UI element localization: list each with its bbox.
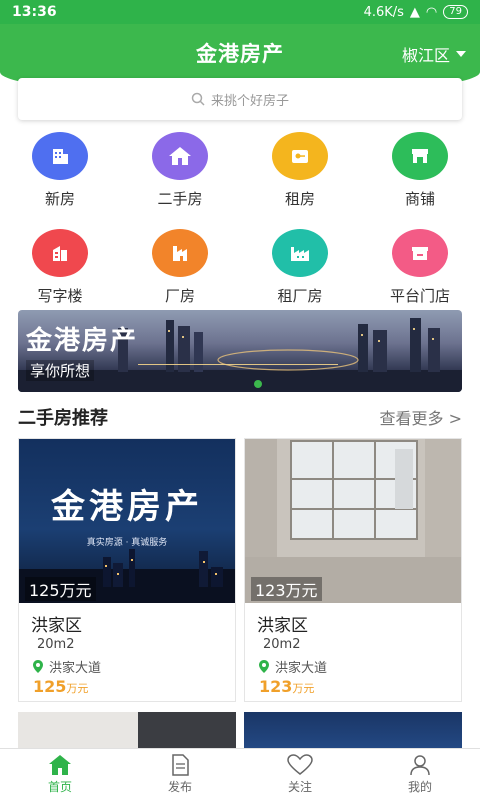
listing-price-value: 123 xyxy=(259,677,293,696)
listing-price: 123万元 xyxy=(259,677,314,696)
listing-image: 金港房产 真实房源 · 真诚服务 125万元 xyxy=(19,439,235,603)
category-label: 租厂房 xyxy=(277,287,323,305)
office-icon xyxy=(32,229,88,277)
listing-image-partial xyxy=(138,712,236,752)
listing-price: 125万元 xyxy=(33,677,88,696)
listing-location: 洪家大道 xyxy=(33,657,101,676)
category-new-house[interactable]: 新房 xyxy=(0,132,120,209)
listing-price-unit: 万元 xyxy=(66,682,89,695)
listing-area: 20m2 xyxy=(263,637,301,652)
listing-road: 洪家大道 xyxy=(275,661,328,676)
search-bar[interactable]: 来挑个好房子 xyxy=(18,78,462,120)
bottom-tab-bar: 首页 发布 关注 我的 xyxy=(0,748,480,800)
section-title: 二手房推荐 xyxy=(18,408,108,429)
category-label: 二手房 xyxy=(157,190,203,208)
carousel-indicator xyxy=(254,380,262,388)
signal-icon: ▲ xyxy=(409,4,420,20)
listing-location: 洪家大道 xyxy=(259,657,327,676)
category-label: 厂房 xyxy=(164,287,195,305)
category-label: 新房 xyxy=(44,190,75,208)
category-label: 租房 xyxy=(284,190,315,208)
category-label: 商铺 xyxy=(404,190,435,208)
tab-mine[interactable]: 我的 xyxy=(360,749,480,800)
category-factory[interactable]: 厂房 xyxy=(120,229,240,306)
house-icon xyxy=(152,132,208,180)
status-time: 13:36 xyxy=(12,4,57,20)
category-platform-store[interactable]: 平台门店 xyxy=(360,229,480,306)
banner-title: 金港房产 xyxy=(26,326,139,356)
search-placeholder: 来挑个好房子 xyxy=(210,93,289,109)
document-icon xyxy=(172,754,189,776)
listing-card[interactable]: 金港房产 真实房源 · 真诚服务 125万元 洪家区 20m2 洪家大道 125… xyxy=(18,438,236,702)
listing-price-unit: 万元 xyxy=(292,682,315,695)
price-tag: 125万元 xyxy=(25,577,96,601)
city-selector[interactable]: 椒江区 xyxy=(402,42,466,66)
caret-down-icon xyxy=(456,51,466,57)
listing-card-partial[interactable] xyxy=(18,712,236,752)
tab-label: 首页 xyxy=(47,780,72,794)
tab-label: 发布 xyxy=(167,780,192,794)
tab-follow[interactable]: 关注 xyxy=(240,749,360,800)
wifi-icon: ◠ xyxy=(425,4,438,20)
listing-road: 洪家大道 xyxy=(49,661,102,676)
category-factory-rent[interactable]: 租厂房 xyxy=(240,229,360,306)
factory-rent-icon xyxy=(272,229,328,277)
listing-price-value: 125 xyxy=(33,677,67,696)
key-icon xyxy=(272,132,328,180)
see-more-link[interactable]: 查看更多 > xyxy=(380,405,463,429)
category-grid: 新房 二手房 租房 商铺 写字楼 厂房 租厂房 平台门店 xyxy=(0,132,480,306)
listing-card[interactable]: 123万元 洪家区 20m2 洪家大道 123万元 xyxy=(244,438,462,702)
listing-card-partial[interactable] xyxy=(244,712,462,752)
category-rent[interactable]: 租房 xyxy=(240,132,360,209)
building-icon xyxy=(32,132,88,180)
store-icon xyxy=(392,229,448,277)
listing-image-caption: 真实房源 · 真诚服务 xyxy=(86,538,168,548)
network-speed: 4.6K/s xyxy=(363,4,404,20)
location-pin-icon xyxy=(259,660,269,673)
banner-subtitle: 享你所想 xyxy=(26,360,95,381)
price-tag: 123万元 xyxy=(251,577,322,601)
listing-district: 洪家区 xyxy=(257,616,308,636)
tab-publish[interactable]: 发布 xyxy=(120,749,240,800)
listing-area: 20m2 xyxy=(37,637,75,652)
search-icon xyxy=(191,92,205,106)
shop-icon xyxy=(392,132,448,180)
status-bar: 13:36 4.6K/s ▲ ◠ 79 xyxy=(0,0,480,24)
category-office[interactable]: 写字楼 xyxy=(0,229,120,306)
battery-icon: 79 xyxy=(443,5,468,19)
category-second-hand[interactable]: 二手房 xyxy=(120,132,240,209)
tab-label: 我的 xyxy=(407,780,432,794)
promo-banner[interactable]: 金港房产 享你所想 xyxy=(18,310,462,392)
category-shop[interactable]: 商铺 xyxy=(360,132,480,209)
listing-image: 123万元 xyxy=(245,439,461,603)
heart-icon xyxy=(287,754,313,775)
category-label: 平台门店 xyxy=(389,287,450,305)
category-label: 写字楼 xyxy=(37,287,83,305)
tab-label: 关注 xyxy=(287,780,312,794)
listing-image-title: 金港房产 xyxy=(51,487,203,527)
person-icon xyxy=(410,755,430,776)
listing-district: 洪家区 xyxy=(31,616,82,636)
tab-home[interactable]: 首页 xyxy=(0,749,120,800)
city-label: 椒江区 xyxy=(401,46,450,65)
location-pin-icon xyxy=(33,660,43,673)
home-icon xyxy=(49,755,71,775)
section-header: 二手房推荐 查看更多 > xyxy=(18,404,462,430)
factory-icon xyxy=(152,229,208,277)
